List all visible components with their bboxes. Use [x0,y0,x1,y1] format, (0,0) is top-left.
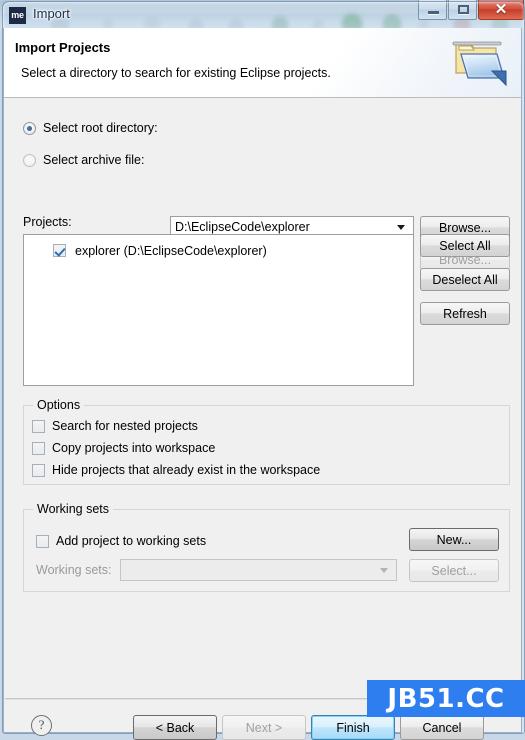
chevron-down-icon [397,225,405,230]
select-archive-file-radio[interactable] [23,153,36,167]
hide-existing-projects-checkbox[interactable] [32,463,45,477]
import-folder-icon [452,41,507,87]
working-sets-combo-label: Working sets: [36,563,112,577]
list-item[interactable]: explorer (D:\EclipseCode\explorer) [24,241,413,260]
root-directory-radio-row[interactable]: Select root directory: [23,117,158,139]
minimize-button[interactable] [418,0,447,20]
app-icon: me [9,7,26,24]
select-working-set-button: Select... [409,559,499,582]
working-sets-group-title: Working sets [33,502,114,516]
option-row-copy[interactable]: Copy projects into workspace [32,437,215,459]
window-title: Import [33,6,70,21]
close-icon: ✕ [494,1,508,18]
working-sets-combo [120,559,397,581]
archive-file-radio-row[interactable]: Select archive file: [23,149,144,171]
root-directory-value: D:\EclipseCode\explorer [175,220,310,234]
options-group-title: Options [33,398,85,412]
search-nested-projects-checkbox[interactable] [32,419,45,433]
copy-projects-checkbox[interactable] [32,441,45,455]
select-all-button[interactable]: Select All [420,234,510,257]
close-button[interactable]: ✕ [478,0,524,20]
back-button[interactable]: < Back [133,715,217,740]
hide-existing-projects-label: Hide projects that already exist in the … [52,463,321,477]
maximize-icon [458,5,469,14]
select-archive-file-label: Select archive file: [43,153,145,167]
new-working-set-button[interactable]: New... [409,528,499,551]
maximize-button[interactable] [448,0,477,20]
project-label: explorer (D:\EclipseCode\explorer) [75,243,267,258]
cancel-button[interactable]: Cancel [400,715,484,740]
minimize-icon [428,11,439,14]
project-checkbox[interactable] [53,244,66,257]
select-root-directory-radio[interactable] [23,121,36,135]
add-to-working-sets-row[interactable]: Add project to working sets [36,530,206,552]
add-project-to-working-sets-checkbox[interactable] [36,534,49,548]
chevron-down-icon-workingsets [380,568,388,573]
page-subtitle: Select a directory to search for existin… [21,66,331,80]
import-dialog-window: me Import ✕ Import Projects Select a dir… [0,0,525,740]
projects-label: Projects: [23,215,72,229]
watermark-text: JB51.CC [387,683,505,714]
help-button[interactable]: ? [31,715,52,736]
add-project-to-working-sets-label: Add project to working sets [56,534,207,548]
option-row-nested[interactable]: Search for nested projects [32,415,198,437]
finish-button[interactable]: Finish [311,715,395,740]
select-root-directory-label: Select root directory: [43,121,158,135]
window-controls: ✕ [418,0,524,20]
search-nested-projects-label: Search for nested projects [52,419,198,433]
dialog-body: Import Projects Select a directory to se… [3,28,522,740]
wizard-banner: Import Projects Select a directory to se… [4,28,521,98]
option-row-hide[interactable]: Hide projects that already exist in the … [32,459,320,481]
working-sets-group: Working sets Add project to working sets… [23,502,510,592]
dialog-content: Select root directory: D:\EclipseCode\ex… [4,98,521,732]
options-group: Options Search for nested projects Copy … [23,398,510,485]
copy-projects-label: Copy projects into workspace [52,441,216,455]
projects-listbox[interactable]: explorer (D:\EclipseCode\explorer) [23,234,414,386]
deselect-all-button[interactable]: Deselect All [420,268,510,291]
refresh-button[interactable]: Refresh [420,302,510,325]
page-title: Import Projects [15,40,111,55]
next-button: Next > [222,715,306,740]
watermark-overlay: JB51.CC [367,680,525,717]
